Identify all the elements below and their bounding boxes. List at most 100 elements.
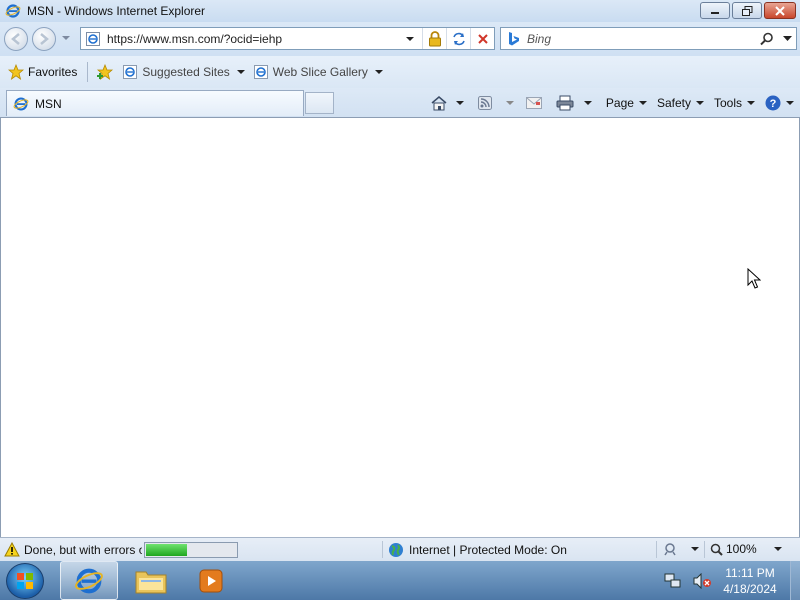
chevron-down-icon	[747, 101, 755, 105]
media-player-icon	[199, 569, 223, 592]
ie-page-icon	[123, 65, 138, 79]
web-content-area[interactable]	[0, 118, 800, 537]
status-bar: Done, but with errors o Internet | Prote…	[0, 537, 800, 561]
start-button[interactable]	[6, 563, 44, 599]
tools-menu-button[interactable]: Tools	[714, 96, 755, 110]
security-zone-label: Internet | Protected Mode: On	[409, 543, 567, 557]
taskbar-windows-explorer[interactable]	[122, 561, 180, 600]
forward-arrow-icon	[40, 33, 49, 45]
stop-icon	[477, 33, 488, 44]
security-lock-button[interactable]	[422, 28, 446, 49]
restore-icon	[741, 5, 752, 16]
divider	[656, 541, 657, 558]
protected-mode-button[interactable]	[662, 542, 699, 556]
tools-menu-label: Tools	[713, 96, 742, 110]
command-bar: Page Safety Tools ?	[430, 91, 794, 115]
divider	[87, 62, 89, 82]
back-arrow-icon	[11, 33, 20, 45]
search-input[interactable]: Bing	[527, 32, 756, 46]
tab-msn[interactable]: MSN	[6, 90, 304, 116]
system-clock[interactable]: 11:11 PM 4/18/2024	[712, 565, 788, 597]
ie-page-icon	[253, 65, 268, 79]
restore-button[interactable]	[732, 2, 762, 19]
show-desktop-button[interactable]	[790, 561, 800, 600]
chevron-down-icon	[691, 547, 699, 551]
chevron-down-icon[interactable]	[505, 101, 514, 105]
volume-muted-icon[interactable]	[692, 572, 712, 589]
favorites-button[interactable]: Favorites	[8, 64, 77, 80]
search-box[interactable]: Bing	[500, 27, 797, 50]
address-bar[interactable]: https://www.msn.com/?ocid=iehp	[80, 27, 495, 50]
forward-button[interactable]	[32, 27, 56, 51]
chevron-down-icon	[782, 35, 792, 41]
add-to-favorites-bar-button[interactable]	[96, 64, 114, 80]
close-button[interactable]	[764, 2, 796, 19]
progress-fill	[146, 543, 188, 556]
chevron-down-icon	[374, 70, 383, 74]
chevron-down-icon	[695, 101, 704, 105]
window-title: MSN - Windows Internet Explorer	[27, 4, 206, 18]
web-slice-gallery-label: Web Slice Gallery	[272, 65, 368, 79]
search-button[interactable]	[756, 32, 778, 46]
page-menu-label: Page	[605, 96, 634, 110]
system-tray	[664, 561, 712, 600]
svg-text:?: ?	[770, 98, 777, 110]
clock-time: 11:11 PM	[725, 566, 775, 580]
new-tab-button[interactable]	[305, 92, 334, 114]
navigation-bar: https://www.msn.com/?ocid=iehp Bing	[0, 22, 800, 56]
mouse-cursor-icon	[747, 268, 761, 289]
chevron-down-icon	[236, 70, 245, 74]
help-button[interactable]: ?	[765, 95, 794, 111]
divider	[704, 541, 705, 558]
folder-icon	[135, 571, 167, 593]
home-icon	[431, 96, 447, 111]
ie-logo-icon	[5, 4, 21, 18]
suggested-sites-label: Suggested Sites	[142, 65, 230, 79]
minimize-button[interactable]	[700, 2, 730, 19]
taskbar-media-player[interactable]	[182, 561, 240, 600]
recent-pages-dropdown-icon[interactable]	[62, 36, 70, 40]
suggested-sites-button[interactable]: Suggested Sites	[122, 64, 245, 80]
address-input[interactable]: https://www.msn.com/?ocid=iehp	[107, 32, 398, 46]
zoom-level: 100%	[726, 542, 757, 556]
home-button[interactable]	[430, 95, 464, 111]
window-controls	[700, 2, 796, 19]
print-button[interactable]	[556, 95, 592, 111]
back-button[interactable]	[4, 27, 28, 51]
safety-menu-button[interactable]: Safety	[657, 96, 704, 110]
printer-icon	[556, 95, 574, 111]
zoom-control[interactable]: 100%	[710, 542, 782, 556]
chevron-down-icon	[638, 101, 647, 105]
status-text: Done, but with errors o	[24, 542, 142, 557]
close-icon	[775, 5, 785, 16]
globe-icon	[389, 543, 403, 557]
add-favorite-icon	[97, 64, 114, 80]
popup-blocker-icon	[664, 543, 676, 556]
zoom-icon	[710, 543, 723, 556]
address-dropdown-button[interactable]	[398, 28, 422, 49]
search-options-dropdown[interactable]	[778, 35, 796, 42]
safety-menu-label: Safety	[656, 96, 691, 110]
feeds-button[interactable]	[477, 96, 514, 110]
minimize-icon	[711, 11, 719, 14]
refresh-icon	[452, 32, 465, 45]
chevron-down-icon	[406, 36, 414, 41]
chevron-down-icon[interactable]	[455, 101, 464, 105]
read-mail-button[interactable]	[525, 97, 542, 109]
web-slice-gallery-button[interactable]: Web Slice Gallery	[253, 64, 383, 80]
warning-icon[interactable]	[4, 542, 20, 557]
bing-logo-icon	[509, 31, 519, 45]
network-icon[interactable]	[664, 573, 682, 589]
taskbar-internet-explorer[interactable]	[60, 561, 118, 600]
tab-row: MSN Page Safety Tools ?	[0, 88, 800, 118]
stop-button[interactable]	[470, 28, 494, 49]
favorites-label: Favorites	[28, 65, 78, 79]
security-zone[interactable]: Internet | Protected Mode: On	[388, 542, 567, 558]
clock-date: 4/18/2024	[723, 582, 777, 596]
page-menu-button[interactable]: Page	[606, 96, 647, 110]
search-icon	[760, 32, 773, 45]
title-bar[interactable]: MSN - Windows Internet Explorer	[0, 0, 800, 22]
windows-logo-icon	[17, 573, 33, 589]
chevron-down-icon[interactable]	[583, 101, 592, 105]
compatibility-view-button[interactable]	[446, 28, 470, 49]
